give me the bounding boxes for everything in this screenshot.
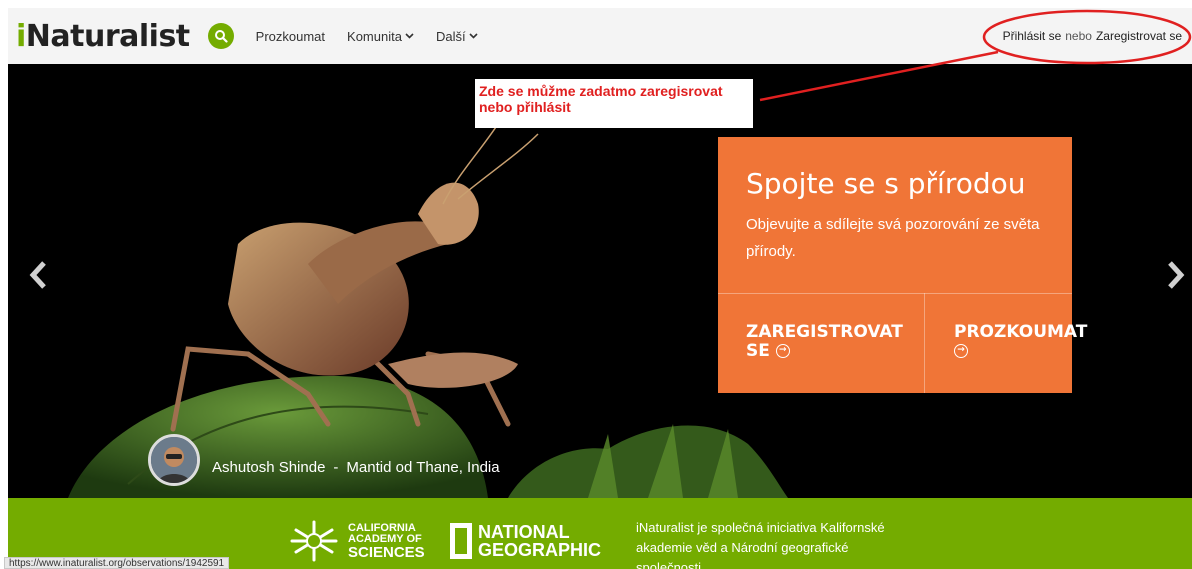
avatar[interactable] <box>148 434 200 486</box>
circle-arrow-right-icon: → <box>775 344 790 358</box>
photo-credit[interactable]: Ashutosh Shinde - Mantid od Thane, India <box>148 434 500 486</box>
sign-in-link[interactable]: Přihlásit se <box>1003 29 1062 43</box>
or-text: nebo <box>1065 29 1092 43</box>
sign-up-link[interactable]: Zaregistrovat se <box>1096 29 1182 43</box>
carousel-prev-button[interactable] <box>28 254 48 300</box>
footer-about-text: iNaturalist je společná iniciativa Kalif… <box>636 520 885 569</box>
nav-explore[interactable]: Prozkoumat <box>256 29 325 44</box>
promo-box: Spojte se s přírodou Objevujte a sdílejt… <box>718 137 1087 393</box>
chevron-down-icon <box>405 33 414 39</box>
national-geographic-logo[interactable]: NATIONAL GEOGRAPHIC <box>450 523 601 559</box>
cal-academy-logo[interactable]: CALIFORNIA ACADEMY OF SCIENCES <box>288 518 425 564</box>
inaturalist-logo[interactable]: iNaturalist <box>16 19 190 54</box>
auth-links: Přihlásit se nebo Zaregistrovat se <box>1003 8 1182 64</box>
promo-text: Objevujte a sdílejte svá pozorování ze s… <box>746 216 1040 260</box>
promo-title: Spojte se s přírodou <box>746 167 1026 200</box>
top-navbar: iNaturalist Prozkoumat Komunita Další Př… <box>8 8 1192 64</box>
chevron-right-icon <box>1168 261 1185 289</box>
status-bar-url: https://www.inaturalist.org/observations… <box>4 557 230 569</box>
chevron-left-icon <box>29 261 46 289</box>
nav-community[interactable]: Komunita <box>347 29 414 44</box>
circle-arrow-right-icon: → <box>954 344 968 358</box>
promo-divider <box>924 293 925 393</box>
promo-divider <box>718 293 1072 294</box>
starburst-icon <box>290 520 338 562</box>
photo-author[interactable]: Ashutosh Shinde <box>212 459 325 476</box>
natgeo-frame-icon <box>450 523 472 559</box>
photo-caption[interactable]: Mantid od Thane, India <box>346 459 499 476</box>
search-button[interactable] <box>207 23 234 49</box>
signup-cta-button[interactable]: ZAREGISTROVAT SE → <box>746 323 916 361</box>
hero-carousel: Spojte se s přírodou Objevujte a sdílejt… <box>8 64 1192 498</box>
search-icon <box>214 30 228 43</box>
carousel-next-button[interactable] <box>1166 254 1186 300</box>
nav-more[interactable]: Další <box>436 29 478 44</box>
explore-cta-button[interactable]: PROZKOUMAT → <box>954 323 1087 361</box>
annotation-note: Zde se můžme zadatmo zaregisrovat nebo p… <box>475 79 753 128</box>
chevron-down-icon <box>469 33 478 39</box>
